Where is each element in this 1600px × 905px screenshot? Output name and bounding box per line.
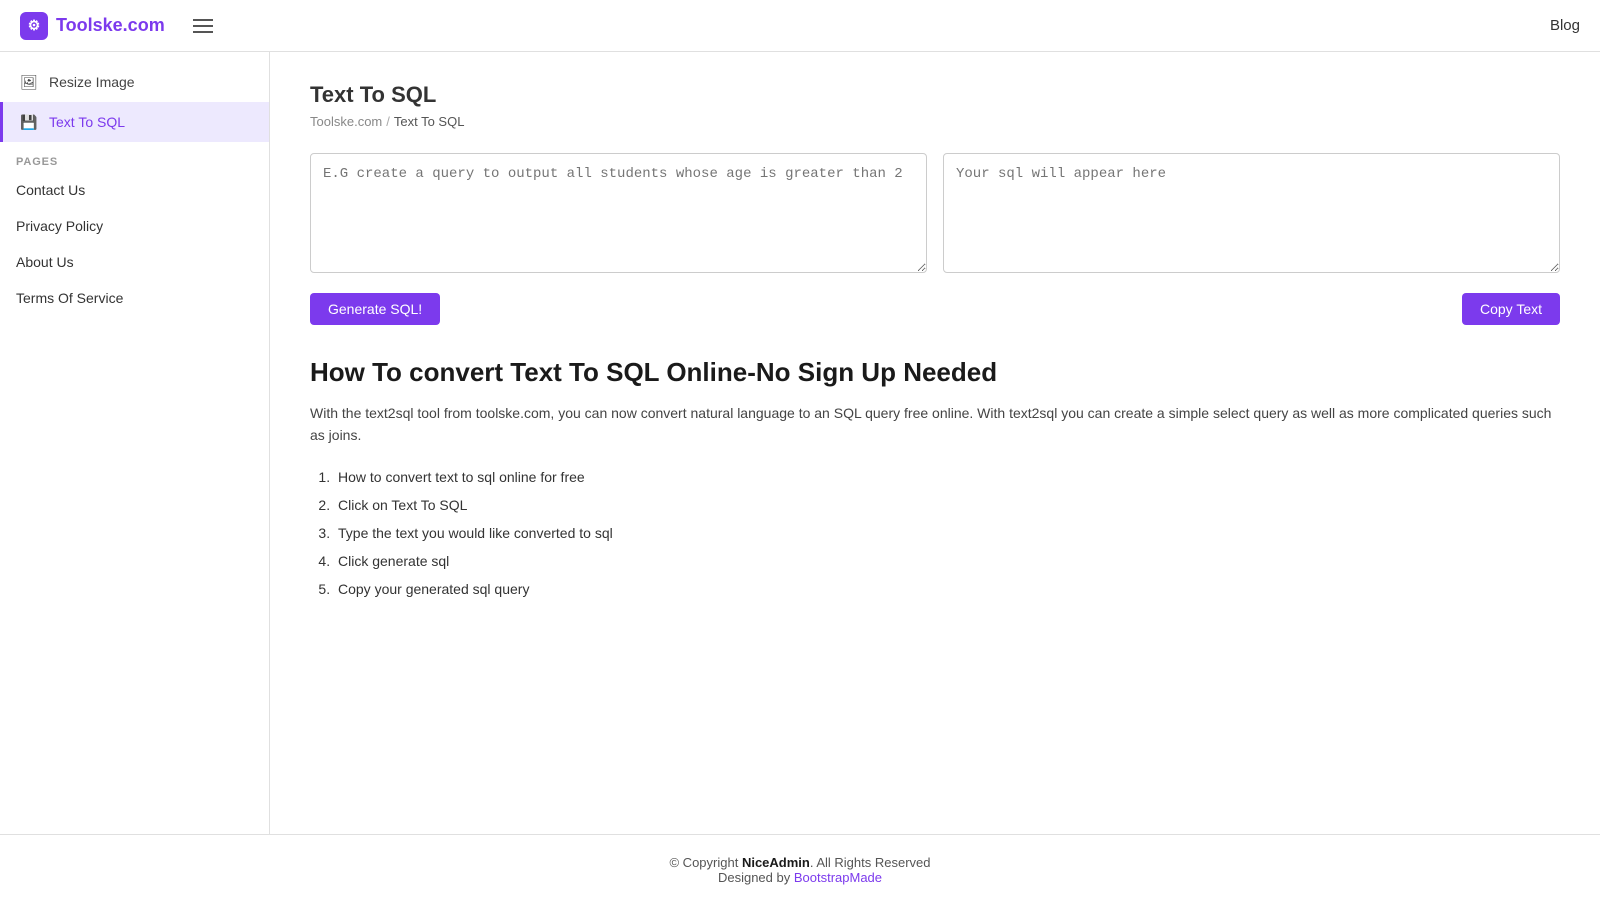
footer-designed-by-line: Designed by BootstrapMade [20, 870, 1580, 885]
hamburger-line-2 [193, 25, 213, 27]
blog-link[interactable]: Blog [1550, 17, 1580, 34]
hamburger-line-1 [193, 19, 213, 21]
info-section: How To convert Text To SQL Online-No Sig… [310, 357, 1560, 603]
info-heading: How To convert Text To SQL Online-No Sig… [310, 357, 1560, 388]
sidebar-item-label: Resize Image [49, 74, 135, 90]
sidebar-item-text-to-sql[interactable]: 💾 Text To SQL [0, 102, 269, 142]
main-content: Text To SQL Toolske.com / Text To SQL Ge… [270, 52, 1600, 834]
brand-logo[interactable]: ⚙ Toolske.com [20, 12, 165, 40]
text-to-sql-icon: 💾 [19, 112, 39, 132]
footer-brand: NiceAdmin [742, 855, 810, 870]
footer-copyright-line: © Copyright NiceAdmin. All Rights Reserv… [20, 855, 1580, 870]
sidebar: 🖼 Resize Image 💾 Text To SQL PAGES Conta… [0, 52, 270, 834]
list-item: Click on Text To SQL [334, 491, 1560, 519]
sql-output-textarea[interactable] [943, 153, 1560, 273]
sidebar-item-contact-us[interactable]: Contact Us [0, 172, 269, 208]
sidebar-item-privacy-policy[interactable]: Privacy Policy [0, 208, 269, 244]
hamburger-button[interactable] [189, 15, 217, 37]
sidebar-item-about-us[interactable]: About Us [0, 244, 269, 280]
copy-text-button[interactable]: Copy Text [1462, 293, 1560, 325]
page-title: Text To SQL [310, 82, 1560, 108]
text-areas-container [310, 153, 1560, 273]
footer-bootstrapmade-link[interactable]: BootstrapMade [794, 870, 882, 885]
generate-sql-button[interactable]: Generate SQL! [310, 293, 440, 325]
footer-rights: . All Rights Reserved [810, 855, 931, 870]
brand-name: Toolske.com [56, 15, 165, 36]
brand-icon: ⚙ [20, 12, 48, 40]
breadcrumb-current: Text To SQL [394, 114, 465, 129]
breadcrumb-separator: / [386, 114, 390, 129]
list-item: Type the text you would like converted t… [334, 519, 1560, 547]
list-item: Copy your generated sql query [334, 575, 1560, 603]
layout: 🖼 Resize Image 💾 Text To SQL PAGES Conta… [0, 52, 1600, 834]
hamburger-line-3 [193, 31, 213, 33]
footer-designed-label: Designed by [718, 870, 794, 885]
breadcrumb: Toolske.com / Text To SQL [310, 114, 1560, 129]
resize-image-icon: 🖼 [19, 72, 39, 92]
sidebar-item-resize-image[interactable]: 🖼 Resize Image [0, 62, 269, 102]
footer-copyright-symbol: © Copyright [669, 855, 741, 870]
navbar: ⚙ Toolske.com Blog [0, 0, 1600, 52]
sidebar-item-label: Text To SQL [49, 114, 125, 130]
info-steps-list: How to convert text to sql online for fr… [310, 463, 1560, 603]
sql-input-textarea[interactable] [310, 153, 927, 273]
breadcrumb-home[interactable]: Toolske.com [310, 114, 382, 129]
sidebar-item-terms-of-service[interactable]: Terms Of Service [0, 280, 269, 316]
list-item: How to convert text to sql online for fr… [334, 463, 1560, 491]
list-item: Click generate sql [334, 547, 1560, 575]
footer: © Copyright NiceAdmin. All Rights Reserv… [0, 834, 1600, 905]
pages-section-label: PAGES [0, 142, 269, 172]
buttons-row: Generate SQL! Copy Text [310, 293, 1560, 325]
info-description: With the text2sql tool from toolske.com,… [310, 402, 1560, 447]
